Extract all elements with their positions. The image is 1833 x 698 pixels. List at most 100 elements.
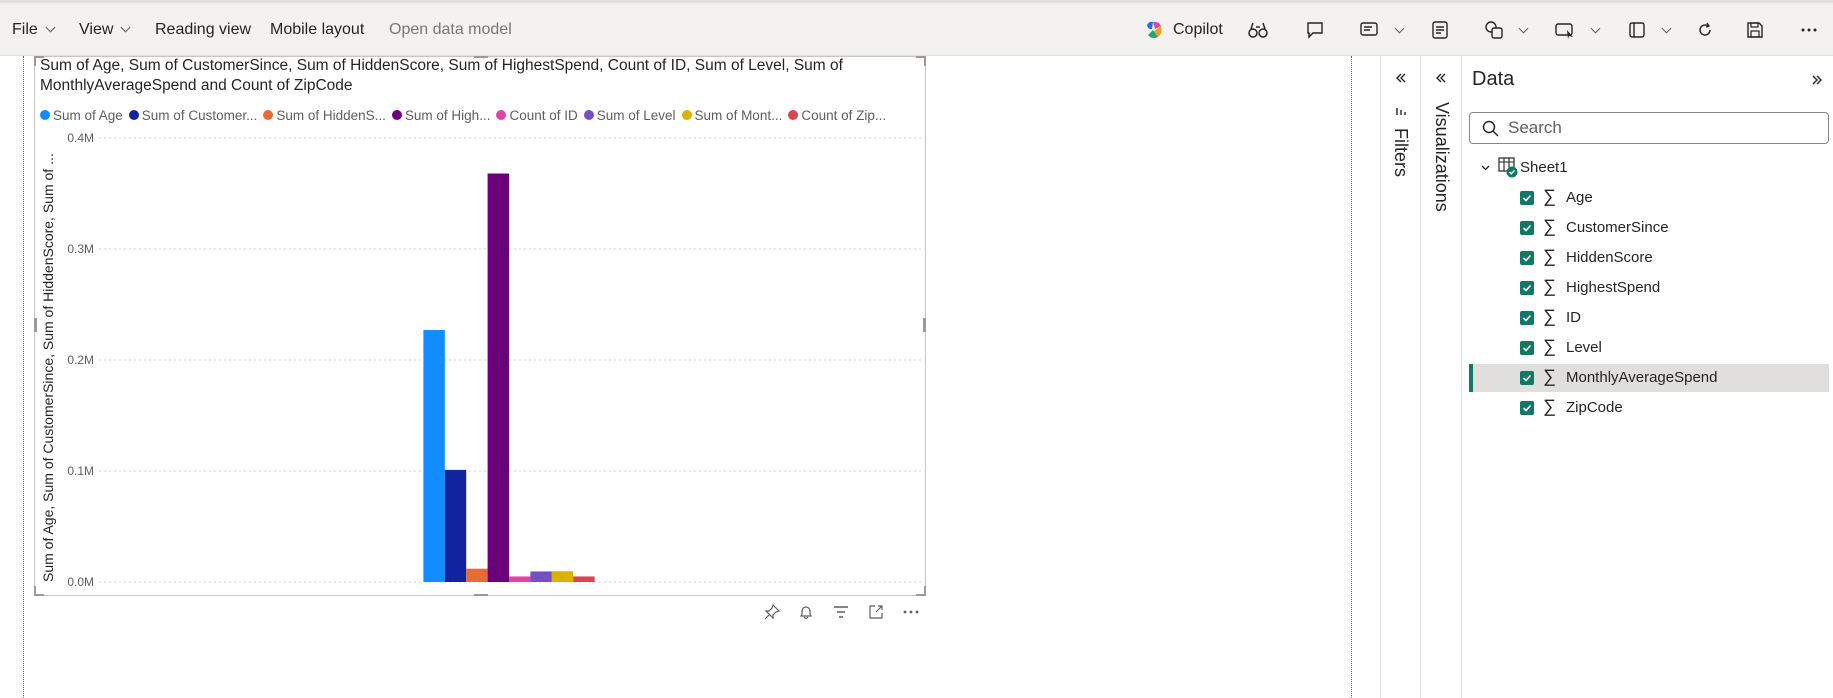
reading-view-label: Reading view [155, 20, 252, 38]
double-chevron-left-icon[interactable] [1393, 70, 1409, 86]
field-item[interactable]: ∑ Level [1469, 334, 1829, 362]
field-label: HighestSpend [1566, 279, 1661, 296]
bar[interactable] [509, 576, 531, 582]
y-tick-label: 0.1M [67, 464, 94, 478]
binoculars-icon[interactable] [1245, 17, 1271, 43]
chevron-down-icon[interactable] [1480, 160, 1491, 178]
chevron-down-icon[interactable] [1518, 23, 1529, 34]
chevron-down-icon[interactable] [1590, 23, 1601, 34]
text-box-icon[interactable] [1427, 17, 1453, 43]
chevron-down-icon[interactable] [1661, 23, 1672, 34]
field-item[interactable]: ∑ HiddenScore [1469, 244, 1829, 272]
checkbox-checked-icon[interactable] [1520, 191, 1534, 205]
copilot-label: Copilot [1173, 20, 1223, 38]
bell-icon[interactable] [794, 600, 818, 624]
sigma-icon: ∑ [1543, 216, 1556, 236]
top-toolbar: File View Reading view Mobile layout Ope… [0, 0, 1833, 56]
search-input[interactable] [1508, 117, 1818, 139]
field-item[interactable]: ∑ ID [1469, 304, 1829, 332]
field-item[interactable]: ∑ MonthlyAverageSpend [1469, 364, 1829, 392]
selection-indicator [1469, 364, 1473, 392]
visualizations-pane[interactable]: Visualizations [1421, 56, 1462, 698]
sigma-icon: ∑ [1543, 246, 1556, 266]
chevron-down-icon[interactable] [1394, 23, 1405, 34]
field-label: HiddenScore [1566, 249, 1653, 266]
table-sheet1[interactable]: Sheet1 [1462, 154, 1833, 180]
field-label: Age [1566, 189, 1593, 206]
more-options-icon[interactable] [1796, 17, 1822, 43]
bar[interactable] [466, 568, 488, 582]
search-icon [1482, 120, 1499, 142]
filter-funnel-icon [1395, 104, 1407, 122]
mobile-layout-button[interactable]: Mobile layout [270, 3, 364, 56]
copilot-button[interactable]: Copilot [1143, 3, 1223, 56]
canvas-border [23, 56, 24, 698]
checkbox-checked-icon[interactable] [1520, 341, 1534, 355]
chevron-down-icon [45, 22, 56, 32]
more-options-icon[interactable] [899, 600, 923, 624]
bar[interactable] [423, 330, 445, 582]
visual-layout-icon[interactable] [1624, 17, 1650, 43]
checkbox-checked-icon[interactable] [1520, 281, 1534, 295]
sigma-icon: ∑ [1543, 186, 1556, 206]
open-data-model-button[interactable]: Open data model [389, 3, 512, 56]
field-label: CustomerSince [1566, 219, 1669, 236]
filters-pane[interactable]: Filters [1380, 56, 1421, 698]
checkbox-checked-icon[interactable] [1520, 221, 1534, 235]
table-icon [1498, 157, 1518, 184]
field-label: Level [1566, 339, 1602, 356]
sigma-icon: ∑ [1543, 396, 1556, 416]
double-chevron-right-icon[interactable] [1809, 72, 1825, 88]
filter-icon[interactable] [829, 600, 853, 624]
checkbox-checked-icon[interactable] [1520, 371, 1534, 385]
sigma-icon: ∑ [1543, 306, 1556, 326]
bar[interactable] [573, 576, 595, 582]
checkbox-checked-icon[interactable] [1520, 311, 1534, 325]
save-icon[interactable] [1742, 17, 1768, 43]
reading-view-button[interactable]: Reading view [155, 3, 251, 56]
visualizations-pane-label[interactable]: Visualizations [1431, 102, 1452, 212]
focus-mode-icon[interactable] [864, 600, 888, 624]
field-label: ID [1566, 309, 1581, 326]
data-pane-title: Data [1472, 68, 1515, 90]
pin-icon[interactable] [760, 600, 784, 624]
y-tick-label: 0.2M [67, 353, 94, 367]
view-menu[interactable]: View [79, 3, 131, 56]
copilot-icon [1143, 19, 1165, 41]
field-item[interactable]: ∑ Age [1469, 184, 1829, 212]
double-chevron-left-icon[interactable] [1433, 70, 1449, 86]
refresh-icon[interactable] [1692, 17, 1718, 43]
shapes-icon[interactable] [1481, 17, 1507, 43]
checkbox-checked-icon[interactable] [1520, 401, 1534, 415]
filters-pane-label[interactable]: Filters [1390, 128, 1411, 177]
view-menu-label: View [79, 20, 114, 38]
field-item[interactable]: ∑ HighestSpend [1469, 274, 1829, 302]
field-label: ZipCode [1566, 399, 1623, 416]
bar[interactable] [530, 571, 552, 582]
table-name: Sheet1 [1520, 159, 1568, 176]
bar[interactable] [444, 469, 467, 582]
file-menu-label: File [12, 20, 38, 38]
field-item[interactable]: ∑ ZipCode [1469, 394, 1829, 422]
y-tick-label: 0.3M [67, 242, 94, 256]
mobile-layout-label: Mobile layout [270, 20, 365, 38]
field-item[interactable]: ∑ CustomerSince [1469, 214, 1829, 242]
field-label: MonthlyAverageSpend [1566, 369, 1718, 386]
sigma-icon: ∑ [1543, 366, 1556, 386]
bar[interactable] [487, 173, 509, 582]
data-pane: Data Sheet1 ∑ Age ∑ CustomerSince ∑ HiddenSco… [1462, 56, 1833, 698]
y-tick-label: 0.4M [67, 131, 94, 145]
comment-icon[interactable] [1302, 17, 1328, 43]
buttons-icon[interactable] [1552, 17, 1578, 43]
file-menu[interactable]: File [12, 3, 56, 56]
sigma-icon: ∑ [1543, 276, 1556, 296]
smart-narrative-icon[interactable] [1356, 17, 1382, 43]
chevron-down-icon [120, 22, 131, 32]
open-data-model-label: Open data model [389, 20, 512, 38]
canvas-border [1351, 56, 1352, 698]
y-tick-label: 0.0M [67, 575, 94, 589]
search-box[interactable] [1469, 112, 1829, 144]
bar[interactable] [551, 571, 574, 582]
checkbox-checked-icon[interactable] [1520, 251, 1534, 265]
chart-plot-area[interactable]: 0.0M 0.1M 0.2M 0.3M 0.4M [34, 56, 926, 596]
